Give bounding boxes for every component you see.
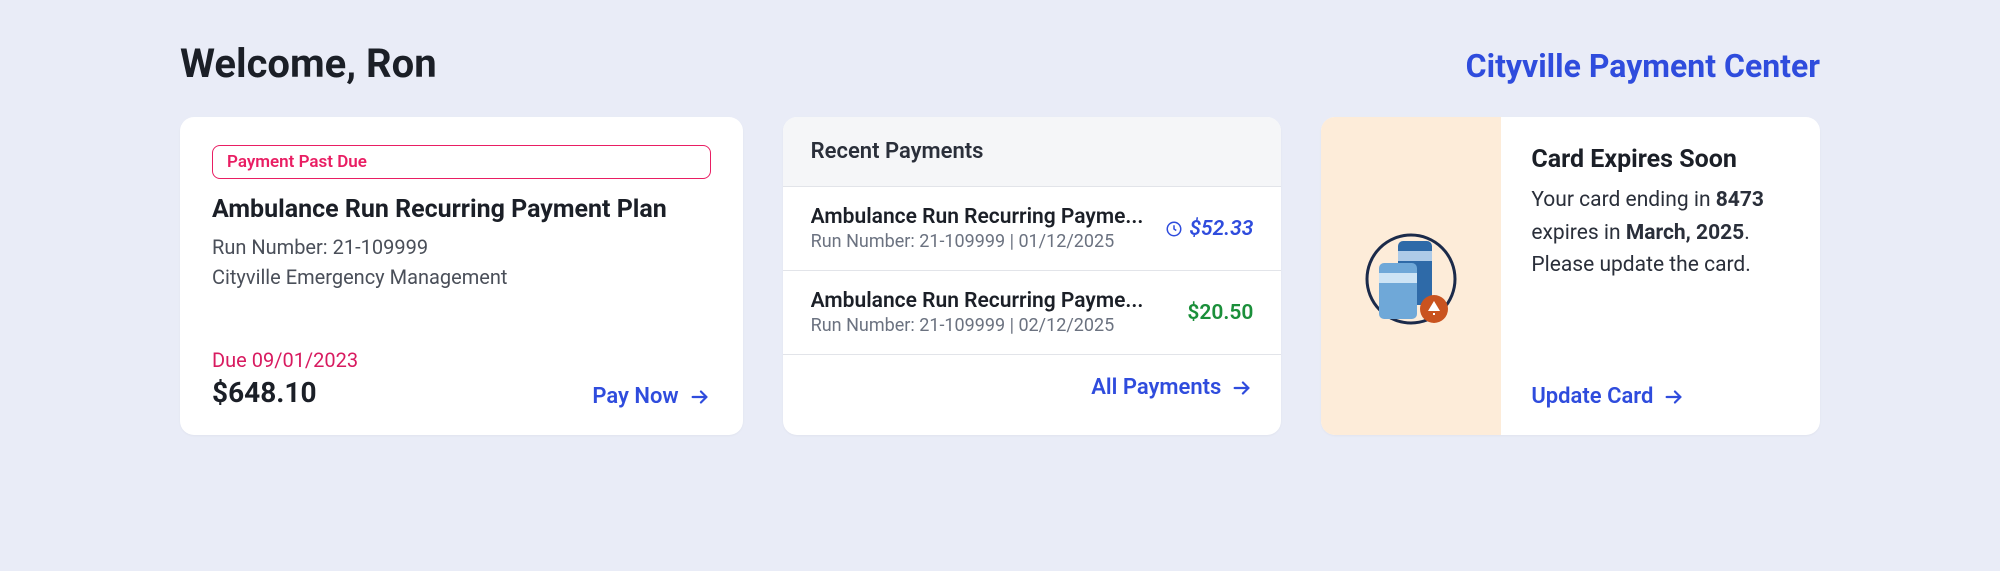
- card-expires-card: Card Expires Soon Your card ending in 84…: [1321, 117, 1820, 435]
- expire-title: Card Expires Soon: [1531, 145, 1790, 174]
- payment-subtitle: Run Number: 21-109999 | 02/12/2025: [811, 315, 1172, 336]
- plan-run-number: Run Number: 21-109999: [212, 232, 711, 262]
- all-payments-button[interactable]: All Payments: [1091, 375, 1253, 400]
- payment-row[interactable]: Ambulance Run Recurring Payme... Run Num…: [783, 271, 1282, 355]
- credit-cards-icon: [1356, 221, 1466, 331]
- arrow-right-icon: [1663, 386, 1685, 408]
- center-name: Cityville Payment Center: [1466, 47, 1820, 85]
- payment-title: Ambulance Run Recurring Payme...: [811, 289, 1172, 313]
- recent-payments-header: Recent Payments: [783, 117, 1282, 187]
- pay-now-button[interactable]: Pay Now: [592, 384, 710, 409]
- arrow-right-icon: [1231, 377, 1253, 399]
- due-date: Due 09/01/2023: [212, 348, 358, 372]
- update-card-label: Update Card: [1531, 384, 1653, 409]
- plan-org: Cityville Emergency Management: [212, 262, 711, 292]
- arrow-right-icon: [689, 386, 711, 408]
- page-title: Welcome, Ron: [180, 40, 437, 87]
- clock-icon: [1165, 220, 1183, 238]
- payment-amount: $52.33: [1165, 217, 1253, 241]
- payment-plan-card: Payment Past Due Ambulance Run Recurring…: [180, 117, 743, 435]
- plan-title: Ambulance Run Recurring Payment Plan: [212, 195, 711, 224]
- payment-subtitle: Run Number: 21-109999 | 01/12/2025: [811, 231, 1150, 252]
- plan-amount: $648.10: [212, 376, 358, 409]
- payment-title: Ambulance Run Recurring Payme...: [811, 205, 1150, 229]
- pay-now-label: Pay Now: [592, 384, 678, 409]
- card-illustration: [1321, 117, 1501, 435]
- recent-payments-card: Recent Payments Ambulance Run Recurring …: [783, 117, 1282, 435]
- payment-row[interactable]: Ambulance Run Recurring Payme... Run Num…: [783, 187, 1282, 271]
- expire-text: Your card ending in 8473 expires in Marc…: [1531, 184, 1790, 282]
- update-card-button[interactable]: Update Card: [1531, 384, 1685, 409]
- status-badge: Payment Past Due: [212, 145, 711, 179]
- all-payments-label: All Payments: [1091, 375, 1221, 400]
- payment-amount: $20.50: [1187, 301, 1253, 325]
